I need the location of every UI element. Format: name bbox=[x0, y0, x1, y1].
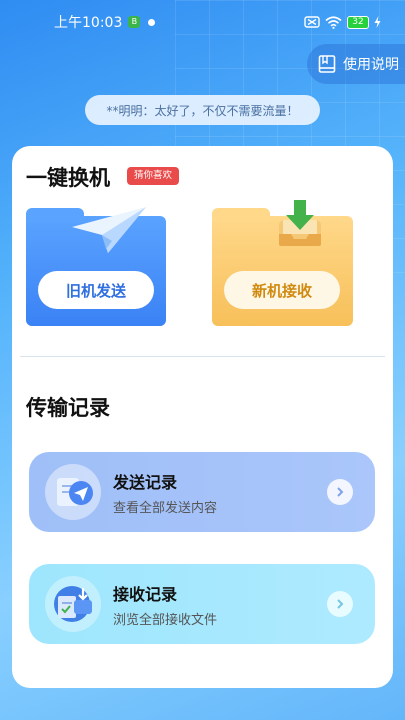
send-records-subtitle: 查看全部发送内容 bbox=[113, 500, 218, 516]
status-bar: 上午10:03 B 32 bbox=[0, 0, 405, 44]
main-card: 一键换机 猜你喜欢 旧机发送 新机接收 传输记录 发送记录 查看全部发送内容 接… bbox=[12, 146, 393, 688]
chevron-right-icon[interactable] bbox=[327, 591, 353, 617]
wifi-icon bbox=[325, 15, 342, 29]
receive-records-subtitle: 浏览全部接收文件 bbox=[113, 612, 218, 628]
send-records-title: 发送记录 bbox=[113, 472, 178, 492]
one-click-title: 一键换机 bbox=[26, 166, 110, 190]
notice-text: **明明：太好了，不仅不需要流量！ bbox=[106, 103, 299, 118]
status-time: 上午10:03 bbox=[54, 15, 123, 31]
battery-icon: 32 bbox=[347, 15, 369, 29]
notice-banner: **明明：太好了，不仅不需要流量！ bbox=[85, 95, 320, 125]
receive-record-icon bbox=[45, 576, 101, 632]
receive-records-item[interactable]: 接收记录 浏览全部接收文件 bbox=[29, 564, 375, 644]
notification-dot bbox=[148, 18, 156, 26]
signal-off-icon bbox=[304, 16, 320, 28]
new-phone-receive-button[interactable]: 新机接收 bbox=[224, 271, 340, 309]
bookmark-icon bbox=[318, 55, 336, 73]
old-phone-send-button[interactable]: 旧机发送 bbox=[38, 271, 154, 309]
transfer-records-title: 传输记录 bbox=[26, 396, 110, 420]
paper-plane-icon bbox=[72, 207, 146, 253]
section-divider bbox=[20, 356, 385, 357]
send-record-icon bbox=[45, 464, 101, 520]
charging-icon bbox=[374, 16, 381, 28]
status-icons: 32 bbox=[304, 15, 381, 29]
notification-badge: B bbox=[128, 16, 141, 28]
receive-records-title: 接收记录 bbox=[113, 584, 178, 604]
user-manual-label: 使用说明 bbox=[343, 57, 399, 73]
inbox-download-icon bbox=[279, 200, 321, 246]
send-records-item[interactable]: 发送记录 查看全部发送内容 bbox=[29, 452, 375, 532]
user-manual-button[interactable]: 使用说明 bbox=[307, 44, 405, 84]
chevron-right-icon[interactable] bbox=[327, 479, 353, 505]
guess-you-like-tag: 猜你喜欢 bbox=[127, 167, 180, 185]
